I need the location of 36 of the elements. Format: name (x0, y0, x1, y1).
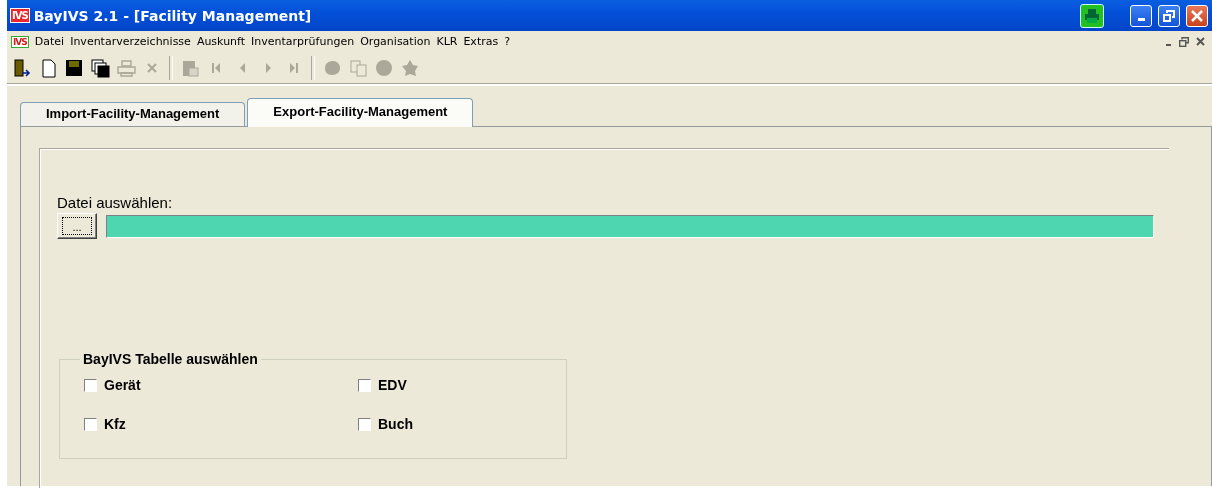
menu-item[interactable]: Extras (460, 35, 502, 48)
menu-item[interactable]: Inventarprüfungen (248, 35, 358, 48)
close-button[interactable] (1186, 4, 1208, 27)
checkbox-label: Buch (378, 416, 413, 432)
field-label: Datei auswählen: (57, 194, 173, 211)
menu-item[interactable]: Inventarverzeichnisse (67, 35, 194, 48)
menu-item[interactable]: KLR (433, 35, 461, 48)
minimize-button[interactable] (1130, 4, 1152, 27)
tab[interactable]: Export-Facility-Management (247, 98, 474, 127)
checkbox-label: EDV (378, 377, 407, 393)
app-logo: IVS (10, 8, 30, 23)
checkbox-label: Kfz (104, 416, 126, 432)
window-title: BayIVS 2.1 - [Facility Management] (33, 7, 313, 24)
checkbox[interactable] (358, 417, 371, 431)
menu-item[interactable]: ? (501, 35, 514, 48)
checkbox[interactable] (358, 378, 371, 392)
restore-icon (1163, 9, 1175, 22)
minimize-icon (1165, 44, 1171, 46)
restore-icon (1179, 36, 1189, 47)
restore-button[interactable] (1158, 4, 1180, 27)
menu-item[interactable]: Organisation (357, 35, 434, 48)
checkbox[interactable] (84, 417, 97, 431)
printer-status-button[interactable] (1080, 3, 1104, 28)
browse-button[interactable]: ... (57, 213, 97, 239)
group-title: BayIVS Tabelle auswählen (82, 351, 259, 367)
printer-icon (1084, 8, 1100, 23)
minimize-icon (1137, 18, 1145, 21)
menu-item[interactable]: Datei (31, 35, 68, 48)
close-icon (1191, 9, 1203, 22)
close-icon (1195, 37, 1205, 46)
document-logo: IVS (11, 35, 29, 48)
tab[interactable]: Import-Facility-Management (20, 102, 246, 126)
checkbox-label: Gerät (104, 377, 141, 393)
checkbox[interactable] (84, 378, 97, 392)
file-path-field[interactable] (106, 214, 1154, 238)
menu-item[interactable]: Auskunft (193, 35, 249, 48)
